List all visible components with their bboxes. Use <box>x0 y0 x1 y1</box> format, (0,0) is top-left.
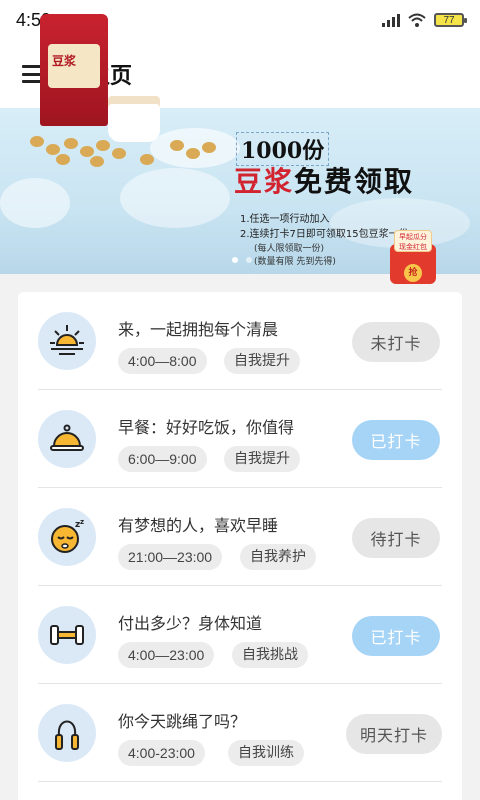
promo-rule-1: 1.任选一项行动加入 <box>240 214 330 225</box>
task-title: 你今天跳绳了吗？ <box>118 712 247 731</box>
promo-title: 豆浆免费领取 <box>234 160 414 200</box>
promo-note-2: (数量有限 先到先得) <box>254 257 336 267</box>
sleeping-face-icon: z z <box>38 508 96 566</box>
package-text: 豆浆 <box>52 54 77 68</box>
task-list: 来，一起拥抱每个清晨 4:00—8:00 自我提升 未打卡 早餐：好好吃饭，你值… <box>18 292 462 800</box>
task-time-tag: 4:00—8:00 <box>118 348 207 374</box>
promo-title-highlight: 豆浆 <box>234 165 295 198</box>
carousel-indicator <box>232 257 252 263</box>
status-indicators: 77 <box>382 13 467 27</box>
task-title: 有梦想的人，喜欢早睡 <box>118 516 279 535</box>
jump-rope-icon <box>38 704 96 762</box>
promo-note-1: (每人限领取一份) <box>254 244 325 254</box>
svg-text:z: z <box>80 518 84 526</box>
soybeans-image <box>20 116 220 167</box>
task-time-tag: 6:00—9:00 <box>118 446 207 472</box>
carousel-dot-1[interactable] <box>232 257 238 263</box>
task-row[interactable]: 来，一起拥抱每个清晨 4:00—8:00 自我提升 未打卡 <box>18 292 462 390</box>
checkin-button[interactable]: 未打卡 <box>352 322 440 362</box>
task-category-tag: 自我养护 <box>240 544 316 570</box>
red-packet-coin: 抢 <box>404 264 422 282</box>
checkin-button[interactable]: 明天打卡 <box>346 714 442 754</box>
battery-level: 77 <box>443 14 455 26</box>
task-row[interactable]: z z 有梦想的人，喜欢早睡 21:00—23:00 自我养护 待打卡 <box>18 488 462 586</box>
task-category-tag: 自我提升 <box>224 348 300 374</box>
food-cloche-icon <box>38 410 96 468</box>
promo-title-rest: 免费领取 <box>294 165 415 198</box>
task-category-tag: 自我挑战 <box>232 642 308 668</box>
task-row[interactable]: 早餐：好好吃饭，你值得 6:00—9:00 自我提升 已打卡 <box>18 390 462 488</box>
task-category-tag: 自我训练 <box>228 740 304 766</box>
task-title: 付出多少？身体知道 <box>118 614 263 633</box>
task-row[interactable]: 你今天跳绳了吗？ 4:00-23:00 自我训练 明天打卡 <box>18 684 462 782</box>
dumbbell-icon <box>38 606 96 664</box>
task-title: 来，一起拥抱每个清晨 <box>118 320 279 339</box>
task-time-tag: 4:00-23:00 <box>118 740 205 766</box>
battery-icon: 77 <box>434 13 467 27</box>
wifi-icon <box>408 13 426 27</box>
task-time-tag: 21:00—23:00 <box>118 544 223 570</box>
sunrise-icon <box>38 312 96 370</box>
task-row[interactable]: 付出多少？身体知道 4:00—23:00 自我挑战 已打卡 <box>18 586 462 684</box>
task-time-tag: 4:00—23:00 <box>118 642 215 668</box>
red-packet-button[interactable]: 早起瓜分 现金红包 抢 <box>384 230 442 286</box>
checkin-button[interactable]: 已打卡 <box>352 420 440 460</box>
carousel-dot-2[interactable] <box>246 257 252 263</box>
task-category-tag: 自我提升 <box>224 446 300 472</box>
checkin-button[interactable]: 已打卡 <box>352 616 440 656</box>
checkin-button[interactable]: 待打卡 <box>352 518 440 558</box>
signal-icon <box>382 13 400 27</box>
task-title: 早餐：好好吃饭，你值得 <box>118 418 295 437</box>
red-packet-label: 早起瓜分 现金红包 <box>394 230 432 252</box>
